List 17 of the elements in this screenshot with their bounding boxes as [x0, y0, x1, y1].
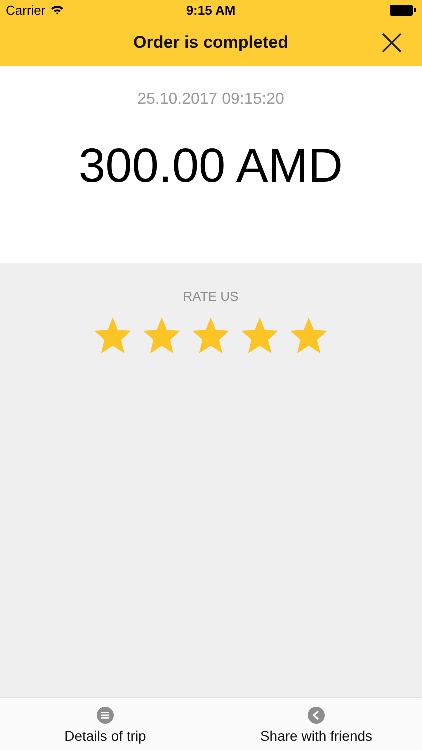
battery-icon: [390, 4, 416, 16]
list-icon: [97, 707, 114, 724]
star-icon[interactable]: [142, 316, 182, 356]
order-amount: 300.00 AMD: [78, 139, 344, 194]
star-icon[interactable]: [93, 316, 133, 356]
star-icon[interactable]: [191, 316, 231, 356]
share-icon: [308, 707, 325, 724]
star-icon[interactable]: [240, 316, 280, 356]
header-title: Order is completed: [134, 33, 288, 53]
star-rating[interactable]: [93, 316, 329, 356]
rate-label: RATE US: [183, 289, 239, 304]
wifi-icon: [50, 5, 64, 15]
order-datetime: 25.10.2017 09:15:20: [138, 91, 284, 109]
carrier-name: Carrier: [6, 2, 46, 18]
star-icon[interactable]: [289, 316, 329, 356]
close-icon[interactable]: [382, 33, 402, 53]
status-time: 9:15 AM: [186, 2, 236, 18]
